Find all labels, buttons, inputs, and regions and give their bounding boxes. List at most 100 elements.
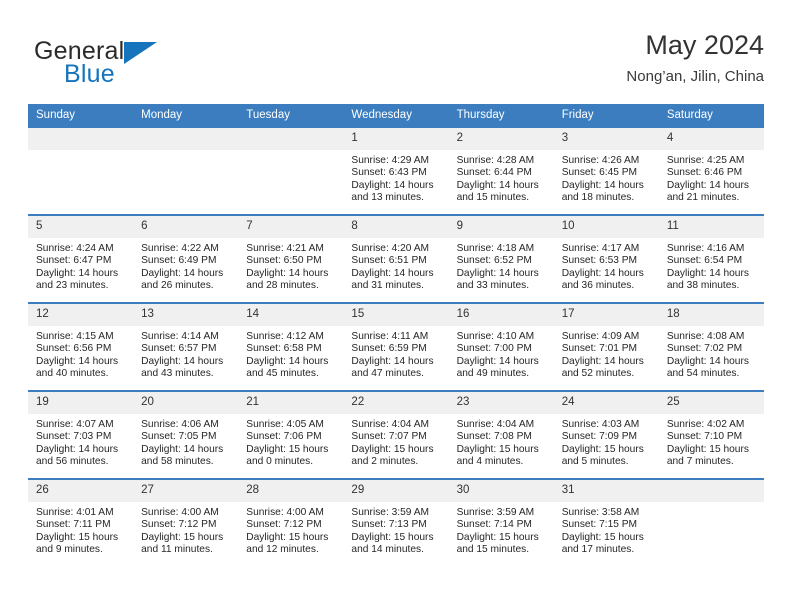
calendar-day-cell[interactable]: 17 Sunrise: 4:09 AM Sunset: 7:01 PM Dayligh… xyxy=(553,302,659,391)
calendar-day-cell[interactable]: 14 Sunrise: 4:12 AM Sunset: 6:58 PM Dayligh… xyxy=(238,302,344,391)
daylight-text-line2: and 5 minutes. xyxy=(561,456,629,468)
day-number: 13 xyxy=(133,304,239,326)
calendar-day-cell[interactable]: 7 Sunrise: 4:21 AM Sunset: 6:50 PM Daylight… xyxy=(238,214,344,303)
calendar-day-cell[interactable]: 10 Sunrise: 4:17 AM Sunset: 6:53 PM Dayligh… xyxy=(553,214,659,303)
day-details: Sunrise: 4:10 AM Sunset: 7:00 PM Daylight:… xyxy=(449,326,554,381)
sunset-text: Sunset: 6:52 PM xyxy=(456,255,532,267)
sunset-text: Sunset: 7:00 PM xyxy=(456,343,532,355)
day-details: Sunrise: 4:16 AM Sunset: 6:54 PM Daylight:… xyxy=(659,238,764,293)
calendar-day-cell[interactable]: 23 Sunrise: 4:04 AM Sunset: 7:08 PM Dayligh… xyxy=(448,390,554,479)
calendar-day-cell[interactable]: 16 Sunrise: 4:10 AM Sunset: 7:00 PM Dayligh… xyxy=(448,302,554,391)
calendar-day-cell[interactable]: 11 Sunrise: 4:16 AM Sunset: 6:54 PM Dayligh… xyxy=(658,214,764,303)
calendar-day-cell[interactable]: 15 Sunrise: 4:11 AM Sunset: 6:59 PM Dayligh… xyxy=(343,302,449,391)
calendar-day-cell[interactable]: 27 Sunrise: 4:00 AM Sunset: 7:12 PM Dayligh… xyxy=(133,478,239,567)
day-number: 21 xyxy=(238,392,344,414)
calendar-week-row: 5 Sunrise: 4:24 AM Sunset: 6:47 PM Daylight… xyxy=(28,214,764,303)
daylight-text-line2: and 7 minutes. xyxy=(666,456,734,468)
calendar-day-cell[interactable]: 25 Sunrise: 4:02 AM Sunset: 7:10 PM Dayligh… xyxy=(658,390,764,479)
day-number: 3 xyxy=(553,128,659,150)
calendar-day-cell[interactable]: 13 Sunrise: 4:14 AM Sunset: 6:57 PM Dayligh… xyxy=(133,302,239,391)
daylight-text-line2: and 54 minutes. xyxy=(666,368,740,380)
calendar-cell-empty xyxy=(658,478,764,567)
calendar-day-cell[interactable]: 19 Sunrise: 4:07 AM Sunset: 7:03 PM Dayligh… xyxy=(28,390,134,479)
page-subtitle: Nong’an, Jilin, China xyxy=(626,68,764,85)
calendar-day-cell[interactable]: 26 Sunrise: 4:01 AM Sunset: 7:11 PM Dayligh… xyxy=(28,478,134,567)
calendar-day-cell[interactable]: 18 Sunrise: 4:08 AM Sunset: 7:02 PM Dayligh… xyxy=(658,302,764,391)
calendar-day-cell[interactable]: 1 Sunrise: 4:29 AM Sunset: 6:43 PM Daylight… xyxy=(343,126,449,215)
daylight-text-line2: and 13 minutes. xyxy=(351,192,424,204)
calendar-day-cell[interactable]: 28 Sunrise: 4:00 AM Sunset: 7:12 PM Dayligh… xyxy=(238,478,344,567)
sunrise-text: Sunrise: 4:14 AM xyxy=(141,331,219,342)
calendar-day-cell[interactable]: 29 Sunrise: 3:59 AM Sunset: 7:13 PM Dayligh… xyxy=(343,478,449,567)
day-details: Sunrise: 4:11 AM Sunset: 6:59 PM Daylight:… xyxy=(343,326,448,381)
sunset-text: Sunset: 6:46 PM xyxy=(666,167,743,179)
daylight-text-line1: Daylight: 15 hours xyxy=(351,443,434,455)
daylight-text-line1: Daylight: 15 hours xyxy=(246,531,329,543)
sunset-text: Sunset: 7:12 PM xyxy=(246,519,322,531)
calendar-day-cell[interactable]: 5 Sunrise: 4:24 AM Sunset: 6:47 PM Daylight… xyxy=(28,214,134,303)
blue-triangle-flag-icon xyxy=(124,42,157,64)
day-number: 26 xyxy=(28,480,134,502)
title-block: May 2024 Nong’an, Jilin, China xyxy=(626,28,764,88)
daylight-text-line1: Daylight: 14 hours xyxy=(36,443,119,455)
calendar-day-cell[interactable]: 2 Sunrise: 4:28 AM Sunset: 6:44 PM Daylight… xyxy=(448,126,554,215)
calendar-day-cell[interactable]: 24 Sunrise: 4:03 AM Sunset: 7:09 PM Dayligh… xyxy=(553,390,659,479)
sunset-text: Sunset: 6:49 PM xyxy=(141,255,217,267)
sunrise-text: Sunrise: 4:29 AM xyxy=(351,155,430,166)
day-number: 30 xyxy=(448,480,554,502)
page-title: May 2024 xyxy=(645,30,764,60)
sunset-text: Sunset: 6:45 PM xyxy=(561,167,638,179)
day-number xyxy=(658,480,764,502)
sunset-text: Sunset: 7:12 PM xyxy=(141,519,217,531)
sunset-text: Sunset: 7:06 PM xyxy=(246,431,322,443)
day-details: Sunrise: 4:09 AM Sunset: 7:01 PM Daylight:… xyxy=(554,326,659,381)
day-number: 23 xyxy=(448,392,554,414)
daylight-text-line1: Daylight: 14 hours xyxy=(36,267,119,279)
day-details: Sunrise: 4:00 AM Sunset: 7:12 PM Daylight:… xyxy=(133,502,238,557)
day-number: 10 xyxy=(553,216,659,238)
day-details: Sunrise: 4:05 AM Sunset: 7:06 PM Daylight:… xyxy=(238,414,343,469)
day-number: 7 xyxy=(238,216,344,238)
day-number: 14 xyxy=(238,304,344,326)
calendar-day-cell[interactable]: 21 Sunrise: 4:05 AM Sunset: 7:06 PM Dayligh… xyxy=(238,390,344,479)
sunrise-text: Sunrise: 4:05 AM xyxy=(246,419,324,430)
daylight-text-line1: Daylight: 15 hours xyxy=(456,443,539,455)
sunset-text: Sunset: 7:05 PM xyxy=(141,431,217,443)
day-number: 2 xyxy=(448,128,554,150)
daylight-text-line1: Daylight: 15 hours xyxy=(666,443,749,455)
calendar-day-cell[interactable]: 6 Sunrise: 4:22 AM Sunset: 6:49 PM Daylight… xyxy=(133,214,239,303)
sunset-text: Sunset: 7:02 PM xyxy=(666,343,743,355)
calendar-day-cell[interactable]: 3 Sunrise: 4:26 AM Sunset: 6:45 PM Daylight… xyxy=(553,126,659,215)
sunrise-text: Sunrise: 4:10 AM xyxy=(456,331,535,342)
daylight-text-line1: Daylight: 15 hours xyxy=(351,531,434,543)
day-details: Sunrise: 4:21 AM Sunset: 6:50 PM Daylight:… xyxy=(238,238,343,293)
calendar-day-cell[interactable]: 4 Sunrise: 4:25 AM Sunset: 6:46 PM Daylight… xyxy=(658,126,764,215)
daylight-text-line1: Daylight: 15 hours xyxy=(561,531,644,543)
sunrise-text: Sunrise: 4:08 AM xyxy=(666,331,745,342)
calendar-day-cell[interactable]: 22 Sunrise: 4:04 AM Sunset: 7:07 PM Dayligh… xyxy=(343,390,449,479)
daylight-text-line2: and 31 minutes. xyxy=(351,280,424,292)
daylight-text-line1: Daylight: 15 hours xyxy=(36,531,119,543)
sunrise-text: Sunrise: 4:11 AM xyxy=(351,331,429,342)
daylight-text-line1: Daylight: 14 hours xyxy=(561,355,644,367)
daylight-text-line1: Daylight: 14 hours xyxy=(141,355,224,367)
day-details: Sunrise: 4:20 AM Sunset: 6:51 PM Daylight:… xyxy=(343,238,448,293)
sunset-text: Sunset: 7:03 PM xyxy=(36,431,112,443)
calendar-day-cell[interactable]: 12 Sunrise: 4:15 AM Sunset: 6:56 PM Dayligh… xyxy=(28,302,134,391)
day-number: 31 xyxy=(553,480,659,502)
daylight-text-line1: Daylight: 14 hours xyxy=(666,355,749,367)
brand-logo[interactable]: General Blue xyxy=(28,32,248,92)
daylight-text-line2: and 38 minutes. xyxy=(666,280,740,292)
calendar-day-cell[interactable]: 31 Sunrise: 3:58 AM Sunset: 7:15 PM Dayligh… xyxy=(553,478,659,567)
calendar-day-cell[interactable]: 8 Sunrise: 4:20 AM Sunset: 6:51 PM Daylight… xyxy=(343,214,449,303)
daylight-text-line2: and 36 minutes. xyxy=(561,280,635,292)
sunset-text: Sunset: 7:01 PM xyxy=(561,343,638,355)
weekday-header-monday: Monday xyxy=(133,104,239,127)
calendar-day-cell[interactable]: 9 Sunrise: 4:18 AM Sunset: 6:52 PM Daylight… xyxy=(448,214,554,303)
calendar-day-cell[interactable]: 20 Sunrise: 4:06 AM Sunset: 7:05 PM Dayligh… xyxy=(133,390,239,479)
calendar-day-cell[interactable]: 30 Sunrise: 3:59 AM Sunset: 7:14 PM Dayligh… xyxy=(448,478,554,567)
day-number: 1 xyxy=(343,128,449,150)
daylight-text-line1: Daylight: 14 hours xyxy=(351,179,434,191)
weekday-header-wednesday: Wednesday xyxy=(343,104,449,127)
day-details: Sunrise: 4:04 AM Sunset: 7:07 PM Daylight:… xyxy=(343,414,448,469)
